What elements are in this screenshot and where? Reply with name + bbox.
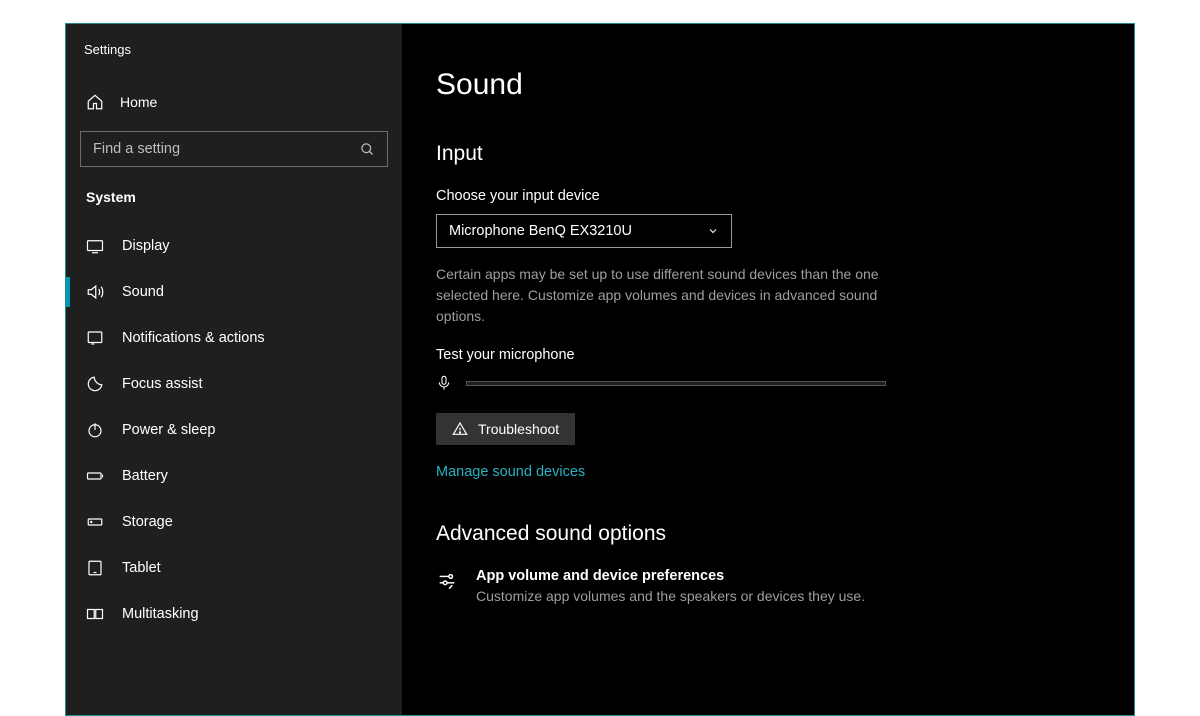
sidebar-item-label: Notifications & actions bbox=[122, 330, 265, 346]
manage-sound-devices-link[interactable]: Manage sound devices bbox=[436, 464, 585, 480]
app-title: Settings bbox=[80, 42, 388, 85]
sound-icon bbox=[86, 283, 104, 301]
home-link[interactable]: Home bbox=[80, 85, 388, 131]
sidebar-item-tablet[interactable]: Tablet bbox=[80, 545, 388, 591]
page-title: Sound bbox=[436, 68, 1100, 102]
input-help-text: Certain apps may be set up to use differ… bbox=[436, 264, 916, 327]
mic-level-meter bbox=[466, 381, 886, 386]
focus-assist-icon bbox=[86, 375, 104, 393]
sidebar-item-label: Power & sleep bbox=[122, 422, 216, 438]
search-placeholder: Find a setting bbox=[93, 141, 180, 157]
search-input[interactable]: Find a setting bbox=[80, 131, 388, 167]
sliders-icon bbox=[436, 570, 458, 592]
troubleshoot-label: Troubleshoot bbox=[478, 421, 559, 437]
input-heading: Input bbox=[436, 142, 1100, 166]
advanced-heading: Advanced sound options bbox=[436, 522, 1100, 546]
sidebar-item-label: Battery bbox=[122, 468, 168, 484]
test-mic-label: Test your microphone bbox=[436, 347, 1100, 363]
choose-input-label: Choose your input device bbox=[436, 188, 1100, 204]
search-icon bbox=[360, 142, 375, 157]
test-mic-row bbox=[436, 373, 1100, 393]
sidebar-item-label: Display bbox=[122, 238, 170, 254]
sidebar-item-power-sleep[interactable]: Power & sleep bbox=[80, 407, 388, 453]
sidebar-item-display[interactable]: Display bbox=[80, 223, 388, 269]
input-device-value: Microphone BenQ EX3210U bbox=[449, 223, 632, 239]
sidebar-item-label: Multitasking bbox=[122, 606, 199, 622]
display-icon bbox=[86, 237, 104, 255]
sidebar: Settings Home Find a setting System bbox=[66, 24, 402, 715]
sidebar-item-storage[interactable]: Storage bbox=[80, 499, 388, 545]
settings-window: Settings Home Find a setting System bbox=[65, 23, 1135, 716]
app-volume-prefs-sub: Customize app volumes and the speakers o… bbox=[476, 588, 865, 604]
sidebar-item-sound[interactable]: Sound bbox=[80, 269, 388, 315]
chevron-down-icon bbox=[707, 225, 719, 237]
notifications-icon bbox=[86, 329, 104, 347]
home-label: Home bbox=[120, 94, 157, 110]
app-volume-prefs-link[interactable]: App volume and device preferences Custom… bbox=[436, 568, 1100, 604]
warning-icon bbox=[452, 421, 468, 437]
home-icon bbox=[86, 93, 104, 111]
sidebar-item-label: Focus assist bbox=[122, 376, 203, 392]
sidebar-item-multitasking[interactable]: Multitasking bbox=[80, 591, 388, 637]
sidebar-item-notifications[interactable]: Notifications & actions bbox=[80, 315, 388, 361]
battery-icon bbox=[86, 467, 104, 485]
sidebar-item-label: Sound bbox=[122, 284, 164, 300]
storage-icon bbox=[86, 513, 104, 531]
main-content: Sound Input Choose your input device Mic… bbox=[402, 24, 1134, 715]
nav-list: Display Sound Notifications & actions Fo… bbox=[80, 223, 388, 637]
sidebar-section-label: System bbox=[80, 189, 388, 223]
multitasking-icon bbox=[86, 605, 104, 623]
tablet-icon bbox=[86, 559, 104, 577]
sidebar-item-battery[interactable]: Battery bbox=[80, 453, 388, 499]
input-device-select[interactable]: Microphone BenQ EX3210U bbox=[436, 214, 732, 248]
microphone-icon bbox=[436, 373, 452, 393]
sidebar-item-label: Storage bbox=[122, 514, 173, 530]
sidebar-item-focus-assist[interactable]: Focus assist bbox=[80, 361, 388, 407]
app-volume-prefs-title: App volume and device preferences bbox=[476, 568, 865, 584]
sidebar-item-label: Tablet bbox=[122, 560, 161, 576]
troubleshoot-button[interactable]: Troubleshoot bbox=[436, 413, 575, 445]
power-icon bbox=[86, 421, 104, 439]
